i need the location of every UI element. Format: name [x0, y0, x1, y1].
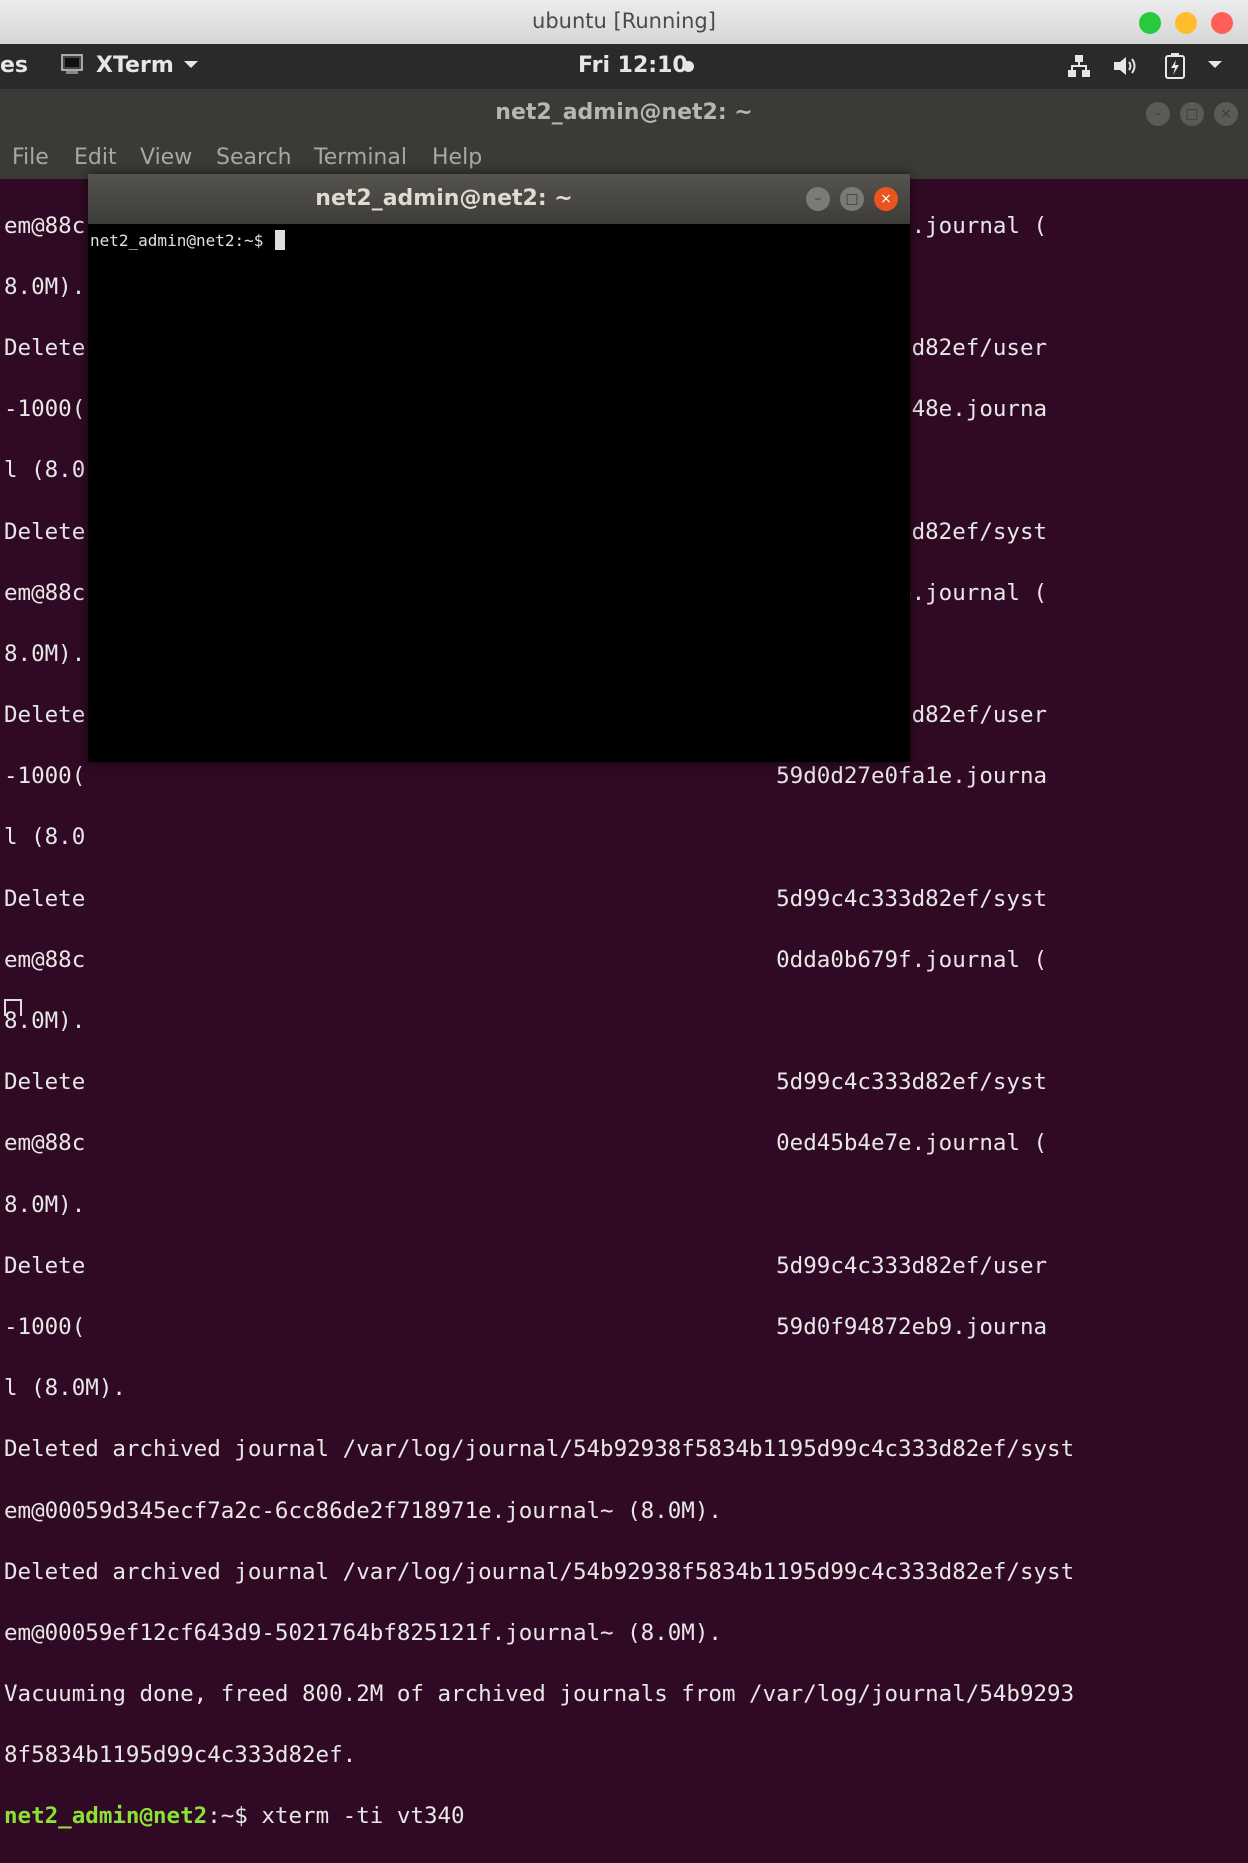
output-line: em@88c 0ed45b4e7e.journal (: [4, 1130, 1048, 1157]
prompt-path: :~$: [207, 1803, 262, 1830]
output-line: -1000( 59d0f94872eb9.journa: [4, 1313, 1048, 1340]
xterm-maximize-button[interactable]: □: [840, 187, 864, 211]
terminal-scrollbar[interactable]: [1242, 180, 1248, 1014]
clock[interactable]: Fri 12:10: [578, 53, 688, 78]
xterm-title: net2_admin@net2: ~: [315, 186, 573, 211]
xterm-prompt-line: net2_admin@net2:~$: [90, 230, 286, 250]
battery-icon[interactable]: [1163, 52, 1187, 86]
output-line: Delete 5d99c4c333d82ef/syst: [4, 885, 1048, 912]
output-line: -1000( 59d0d27e0fa1e.journa: [4, 763, 1048, 790]
xterm-cursor: [275, 230, 286, 250]
prompt-command: xterm -ti vt340: [261, 1803, 465, 1830]
output-line: l (8.0M).: [4, 1375, 126, 1402]
ubuntu-top-bar: es XTerm Fri 12:10: [0, 44, 1248, 89]
output-line: 8.0M).: [4, 1191, 86, 1218]
xterm-prompt: net2_admin@net2:~$: [90, 231, 274, 250]
menu-help[interactable]: Help: [432, 145, 482, 170]
menu-search[interactable]: Search: [216, 145, 292, 170]
xterm-close-button[interactable]: ×: [874, 187, 898, 211]
terminal-close-button[interactable]: ×: [1214, 102, 1238, 126]
output-line: em@00059d345ecf7a2c-6cc86de2f718971e.jou…: [4, 1497, 722, 1524]
minimize-button[interactable]: [1175, 12, 1197, 34]
terminal-minimize-button[interactable]: –: [1146, 102, 1170, 126]
output-line: Delete 5d99c4c333d82ef/user: [4, 1252, 1048, 1279]
terminal-maximize-button[interactable]: □: [1180, 102, 1204, 126]
volume-icon[interactable]: [1112, 54, 1140, 84]
prompt-user: net2_admin@net2: [4, 1803, 208, 1830]
xterm-titlebar[interactable]: net2_admin@net2: ~ – □ ×: [88, 174, 910, 224]
xterm-cursor-outline: [4, 999, 22, 1016]
output-line: l (8.0: [4, 824, 86, 851]
output-line: Deleted archived journal /var/log/journa…: [4, 1436, 1075, 1463]
host-window-title: ubuntu [Running]: [532, 9, 716, 33]
menu-file[interactable]: File: [12, 145, 49, 170]
close-button[interactable]: [1211, 12, 1233, 34]
terminal-title: net2_admin@net2: ~: [495, 100, 753, 125]
output-line: Deleted archived journal /var/log/journa…: [4, 1558, 1075, 1585]
host-window-titlebar: ubuntu [Running]: [0, 0, 1248, 45]
terminal-titlebar[interactable]: net2_admin@net2: ~ – □ ×: [0, 89, 1248, 137]
prompt-line: net2_admin@net2:~$ xterm -ti vt340: [4, 1801, 1244, 1832]
output-line: Vacuuming done, freed 800.2M of archived…: [4, 1681, 1075, 1708]
zoom-button[interactable]: [1139, 12, 1161, 34]
activities-button[interactable]: es: [0, 53, 28, 78]
terminal-menubar: File Edit View Search Terminal Help: [0, 137, 1248, 179]
output-line: 8f5834b1195d99c4c333d82ef.: [4, 1742, 357, 1769]
output-line: em@00059ef12cf643d9-5021764bf825121f.jou…: [4, 1619, 722, 1646]
chevron-down-icon[interactable]: [182, 53, 200, 81]
menu-edit[interactable]: Edit: [74, 145, 117, 170]
network-icon[interactable]: [1066, 53, 1092, 85]
output-line: 8.0M).: [4, 1008, 86, 1035]
chevron-down-icon[interactable]: [1206, 53, 1224, 81]
xterm-window[interactable]: net2_admin@net2: ~ – □ × net2_admin@net2…: [88, 174, 910, 762]
terminal-icon: [60, 52, 84, 82]
menu-view[interactable]: View: [140, 145, 192, 170]
xterm-minimize-button[interactable]: –: [806, 187, 830, 211]
app-menu-label[interactable]: XTerm: [96, 53, 174, 78]
xterm-screen[interactable]: net2_admin@net2:~$: [88, 224, 910, 762]
output-line: em@88c 0dda0b679f.journal (: [4, 946, 1048, 973]
output-line: Delete 5d99c4c333d82ef/syst: [4, 1069, 1048, 1096]
notification-dot-icon: [683, 61, 694, 72]
menu-terminal[interactable]: Terminal: [314, 145, 407, 170]
